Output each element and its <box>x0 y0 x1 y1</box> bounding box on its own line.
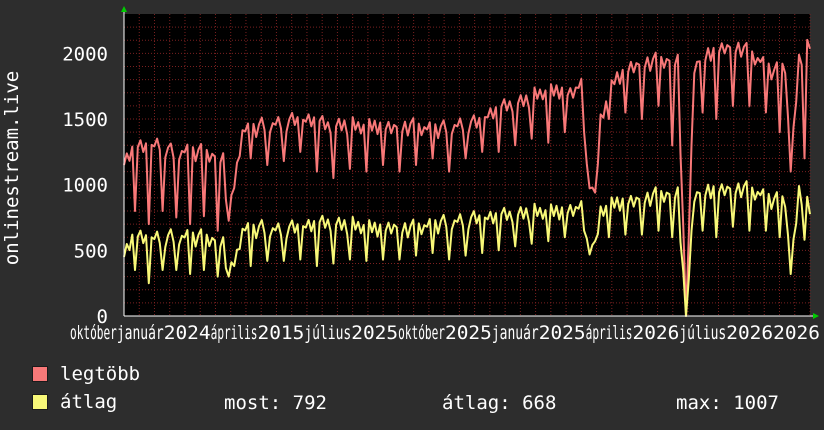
x-tick-label: 2025 <box>351 322 398 344</box>
legend-item-legtobb: legtöbb <box>32 363 140 385</box>
x-tick-label: január <box>492 322 539 344</box>
y-axis-arrow <box>121 6 127 12</box>
stat-current: most: 792 <box>224 392 327 414</box>
legend-swatch-legtobb <box>32 366 48 382</box>
x-tick-labels: október január 2024 április 2015 július 2025 ok… <box>70 322 820 344</box>
y-tick-label: 2000 <box>62 43 108 65</box>
stat-maximum: max: 1007 <box>676 392 779 414</box>
x-tick-label: április <box>211 322 258 344</box>
stat-average: átlag: 668 <box>442 392 557 414</box>
x-tick-label: 2025 <box>445 322 492 344</box>
legend-label-legtobb: legtöbb <box>60 363 141 385</box>
x-tick-label: július <box>304 322 351 344</box>
x-tick-label: 2026 <box>726 322 773 344</box>
y-tick-label: 1000 <box>62 175 108 197</box>
x-tick-label: április <box>586 322 633 344</box>
y-tick-labels: 0500100015002000 <box>62 43 108 328</box>
chart-stage: 0 500 1000 1500 2000 október január 2024 áprili… <box>0 0 824 430</box>
legend-item-atlag: átlag <box>32 391 117 413</box>
x-tick-label: 2015 <box>258 322 305 344</box>
y-tick-label: 1500 <box>62 109 108 131</box>
x-tick-label: 2026 <box>633 322 680 344</box>
x-tick-label: október <box>398 322 445 344</box>
x-tick-label: január <box>117 322 164 344</box>
y-tick-label: 500 <box>74 240 108 262</box>
y-axis-label: onlinestream.live <box>1 71 23 265</box>
x-tick-label: 2026 <box>773 322 820 344</box>
x-axis-arrow <box>813 313 819 319</box>
x-tick-label: 2025 <box>539 322 586 344</box>
legend-label-atlag: átlag <box>60 391 118 413</box>
x-tick-label: július <box>679 322 726 344</box>
x-tick-label: 2024 <box>164 322 211 344</box>
line-chart: 0500100015002000 október január 2024 áprili… <box>1 6 820 344</box>
legend-swatch-atlag <box>32 394 48 410</box>
x-tick-label: október <box>70 322 117 344</box>
